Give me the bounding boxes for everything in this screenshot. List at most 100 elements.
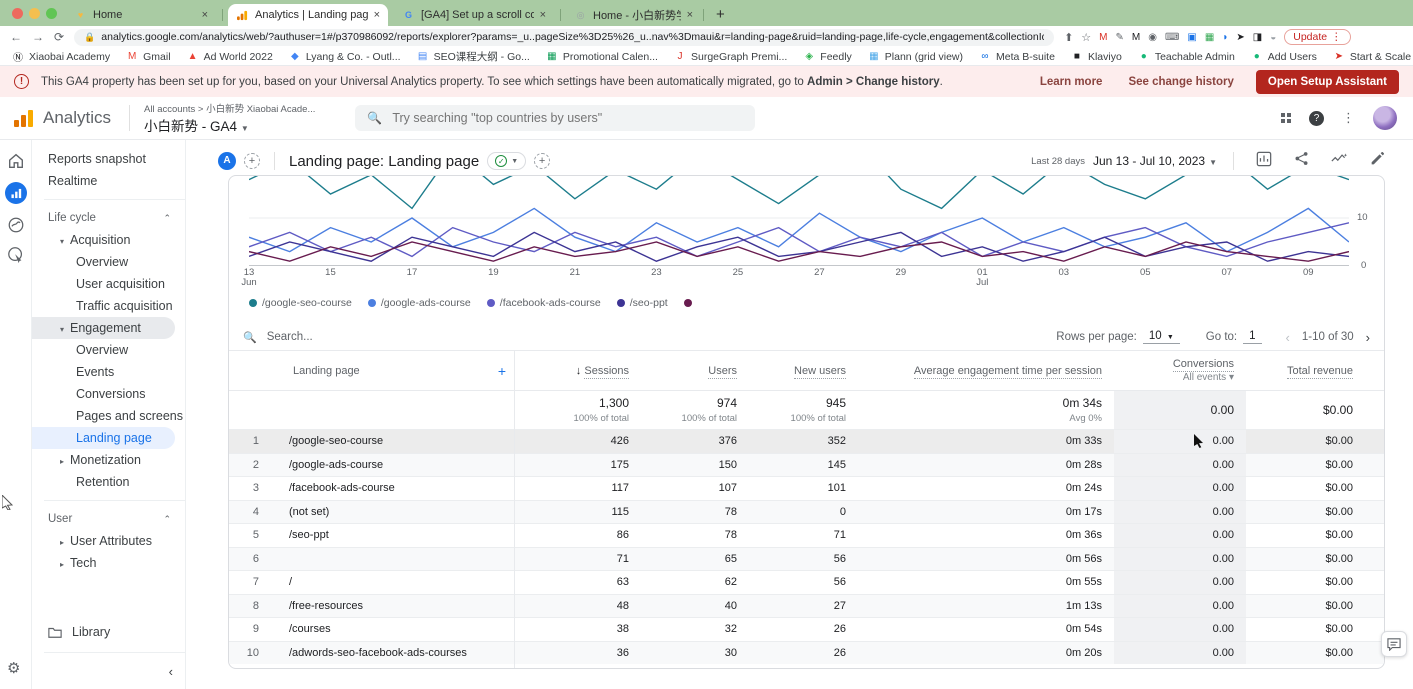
feedback-bubble-icon[interactable] — [1381, 631, 1407, 657]
sidebar-item-realtime[interactable]: Realtime — [32, 170, 185, 192]
sidebar-item-engagement-overview[interactable]: Overview — [32, 339, 185, 361]
sidebar-item-user-attributes[interactable]: ▸User Attributes — [32, 530, 185, 552]
collapsed-arrow-icon[interactable]: ▸ — [60, 457, 64, 466]
sidebar-item-traffic-acquisition[interactable]: Traffic acquisition — [32, 295, 185, 317]
add-comparison-icon[interactable]: + — [244, 153, 260, 169]
bookmark-item[interactable]: ● Add Users — [1251, 49, 1317, 64]
extension-icon[interactable]: ◨ — [1253, 32, 1262, 43]
goto-page-input[interactable]: 1 — [1243, 330, 1261, 344]
table-row[interactable]: 2 /google-ads-course 175 150 145 0m 28s … — [229, 453, 1385, 477]
analytics-search[interactable]: 🔍 — [355, 105, 755, 131]
tab-close-icon[interactable]: × — [687, 9, 693, 21]
collapse-caret-icon[interactable]: ⌃ — [163, 207, 171, 229]
table-row[interactable]: 8 /free-resources 48 40 27 1m 13s 0.00 $… — [229, 594, 1385, 618]
back-icon[interactable]: ← — [10, 30, 22, 44]
sidebar-item-user-acquisition[interactable]: User acquisition — [32, 273, 185, 295]
table-row[interactable]: 9 /courses 38 32 26 0m 54s 0.00 $0.00 — [229, 617, 1385, 641]
table-row[interactable]: 4 (not set) 115 78 0 0m 17s 0.00 $0.00 — [229, 500, 1385, 524]
extension-icon[interactable]: ⌨ — [1165, 32, 1179, 43]
sessions-header[interactable]: ↓ Sessions — [514, 365, 641, 377]
browser-tab-analytics[interactable]: Analytics | Landing page: Land × — [228, 4, 388, 26]
forward-icon[interactable]: → — [32, 30, 44, 44]
explore-icon[interactable] — [7, 216, 25, 234]
sidebar-item-monetization[interactable]: ▸Monetization — [32, 449, 185, 471]
bookmark-item[interactable]: ➤ Start & Scale Your... — [1333, 49, 1413, 64]
admin-gear-icon[interactable]: ⚙ — [7, 659, 20, 677]
sidebar-item-pages-and-screens[interactable]: Pages and screens — [32, 405, 185, 427]
sidebar-item-landing-page[interactable]: Landing page — [32, 427, 175, 449]
insights-icon[interactable] — [1331, 151, 1348, 171]
avatar[interactable] — [1373, 106, 1397, 130]
home-icon[interactable] — [7, 152, 25, 170]
tab-close-icon[interactable]: × — [540, 9, 546, 21]
date-range-picker[interactable]: Jun 13 - Jul 10, 2023▼ — [1093, 154, 1217, 168]
collapse-caret-icon[interactable]: ⌃ — [163, 508, 171, 530]
bookmark-item[interactable]: ◈ Feedly — [803, 49, 852, 64]
conversions-event-filter[interactable]: All events ▾ — [1114, 372, 1234, 383]
bookmark-item[interactable]: ∞ Meta B-suite — [979, 49, 1055, 64]
traffic-light-close[interactable] — [12, 8, 23, 19]
bookmark-item[interactable]: ◆ Lyang & Co. - Outl... — [289, 49, 401, 64]
search-input[interactable] — [392, 111, 743, 125]
edit-report-icon[interactable] — [1370, 151, 1385, 171]
segment-a-badge[interactable]: A — [218, 152, 236, 170]
extension-icon[interactable]: ✎ — [1116, 32, 1124, 43]
table-row[interactable]: 6 71 65 56 0m 56s 0.00 $0.00 — [229, 547, 1385, 571]
extension-icon[interactable]: ➤ — [1236, 32, 1244, 43]
legend-item[interactable]: /google-seo-course — [249, 297, 352, 309]
extension-icon[interactable]: M — [1099, 32, 1107, 43]
extension-icon[interactable]: ▣ — [1187, 32, 1196, 43]
collapse-sidebar-icon[interactable]: ‹ — [169, 664, 173, 679]
bookmark-item[interactable]: ▦ Promotional Calen... — [546, 49, 658, 64]
table-search-input[interactable]: Search... — [267, 331, 313, 343]
help-icon[interactable]: ? — [1309, 111, 1324, 126]
more-options-icon[interactable]: ⋮ — [1342, 110, 1355, 126]
expanded-arrow-icon[interactable]: ▾ — [60, 325, 64, 334]
traffic-light-minimize[interactable] — [29, 8, 40, 19]
sidebar-item-events[interactable]: Events — [32, 361, 185, 383]
extension-icon[interactable]: M — [1132, 32, 1140, 43]
reports-icon[interactable] — [5, 182, 27, 204]
tab-close-icon[interactable]: × — [202, 9, 208, 21]
bookmark-star-icon[interactable]: ☆ — [1081, 31, 1091, 44]
table-row[interactable]: 10 /adwords-seo-facebook-ads-courses 36 … — [229, 641, 1385, 665]
extension-icon[interactable]: ◉ — [1148, 32, 1157, 43]
sidebar-section-user[interactable]: User⌃ — [32, 508, 185, 530]
bookmark-item[interactable]: ● Teachable Admin — [1138, 49, 1235, 64]
sidebar-item-reports-snapshot[interactable]: Reports snapshot — [32, 148, 185, 170]
users-header[interactable]: Users — [641, 365, 749, 377]
legend-item[interactable]: /facebook-ads-course — [487, 297, 601, 309]
legend-item[interactable] — [684, 299, 697, 307]
share-report-icon[interactable] — [1294, 151, 1309, 171]
compare-report-icon[interactable] — [1256, 151, 1272, 172]
reload-icon[interactable]: ⟳ — [54, 30, 64, 44]
rows-per-page-select[interactable]: 10 ▼ — [1143, 330, 1180, 344]
bookmark-item[interactable]: ▦ Plann (grid view) — [868, 49, 963, 64]
dimension-header[interactable]: Landing page+ — [265, 363, 514, 379]
sidebar-item-retention[interactable]: Retention — [32, 471, 185, 493]
table-row[interactable]: 3 /facebook-ads-course 117 107 101 0m 24… — [229, 476, 1385, 500]
sidebar-item-conversions[interactable]: Conversions — [32, 383, 185, 405]
sidebar-item-tech[interactable]: ▸Tech — [32, 552, 185, 574]
learn-more-link[interactable]: Learn more — [1040, 76, 1103, 88]
advertising-icon[interactable] — [7, 246, 25, 264]
browser-tab-school-home[interactable]: ◎ Home - 小白新势学院 × — [566, 4, 701, 26]
add-metric-icon[interactable]: + — [534, 153, 550, 169]
sessions-line-chart[interactable] — [249, 176, 1349, 266]
new-users-header[interactable]: New users — [749, 365, 858, 377]
legend-item[interactable]: /seo-ppt — [617, 297, 668, 309]
tab-close-icon[interactable]: × — [374, 9, 380, 21]
prev-page-icon[interactable]: ‹ — [1286, 330, 1290, 345]
next-page-icon[interactable]: › — [1366, 330, 1370, 345]
collapsed-arrow-icon[interactable]: ▸ — [60, 538, 64, 547]
sidebar-section-life-cycle[interactable]: Life cycle⌃ — [32, 207, 185, 229]
share-icon[interactable]: ⬆ — [1064, 31, 1073, 44]
extension-icon[interactable]: ◒ — [1270, 32, 1276, 43]
address-bar[interactable]: 🔒 analytics.google.com/analytics/web/?au… — [74, 29, 1054, 46]
bookmark-item[interactable]: ■ Klaviyo — [1071, 49, 1122, 64]
avg-engagement-header[interactable]: Average engagement time per session — [858, 365, 1114, 377]
extension-icon[interactable]: ▦ — [1205, 32, 1214, 43]
bookmark-item[interactable]: ▲ Ad World 2022 — [187, 49, 273, 64]
bookmark-item[interactable]: Ⓝ Xiaobai Academy — [12, 49, 110, 64]
sidebar-item-acquisition[interactable]: ▾Acquisition — [32, 229, 185, 251]
